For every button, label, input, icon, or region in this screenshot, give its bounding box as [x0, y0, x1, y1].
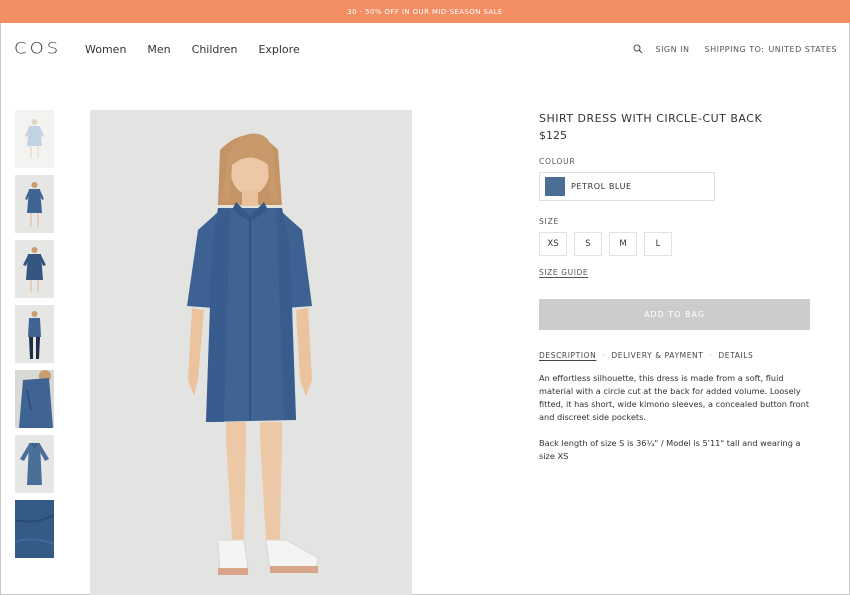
nav-women[interactable]: Women: [85, 43, 126, 56]
product-info-panel: SHIRT DRESS WITH CIRCLE-CUT BACK $125 CO…: [539, 110, 814, 461]
thumbnail-6[interactable]: [15, 435, 54, 493]
tab-delivery-payment[interactable]: DELIVERY & PAYMENT: [611, 351, 703, 360]
site-header: COS Women Men Children Explore SIGN IN S…: [0, 23, 850, 77]
promo-text[interactable]: 30 - 50% OFF IN OUR MID-SEASON SALE: [347, 8, 502, 16]
product-measurements: Back length of size S is 36¼" / Model is…: [539, 438, 801, 461]
tab-separator: ·: [602, 351, 606, 360]
thumbnail-2[interactable]: [15, 175, 54, 233]
tab-separator: ·: [709, 351, 713, 360]
search-icon[interactable]: [633, 44, 643, 54]
brand-logo[interactable]: COS: [14, 39, 61, 58]
product-tabs: DESCRIPTION · DELIVERY & PAYMENT · DETAI…: [539, 351, 753, 360]
header-utilities: SIGN IN SHIPPING TO: UNITED STATES: [633, 44, 837, 54]
thumbnail-list: [15, 110, 54, 565]
nav-men[interactable]: Men: [147, 43, 170, 56]
product-main-image[interactable]: [90, 110, 412, 595]
size-option-xs[interactable]: XS: [539, 232, 567, 256]
size-guide-link[interactable]: SIZE GUIDE: [539, 268, 588, 277]
colour-name: PETROL BLUE: [571, 182, 632, 191]
main-nav: Women Men Children Explore: [85, 43, 321, 56]
thumbnail-1[interactable]: [15, 110, 54, 168]
thumbnail-5[interactable]: [15, 370, 54, 428]
thumbnail-3[interactable]: [15, 240, 54, 298]
tab-description[interactable]: DESCRIPTION: [539, 351, 596, 360]
add-to-bag-button[interactable]: ADD TO BAG: [539, 299, 810, 330]
tab-details[interactable]: DETAILS: [718, 351, 753, 360]
size-option-s[interactable]: S: [574, 232, 602, 256]
shipping-label: SHIPPING TO:: [704, 44, 765, 54]
product-description: An effortless silhouette, this dress is …: [539, 373, 810, 422]
shipping-country-selector[interactable]: UNITED STATES: [768, 45, 837, 54]
nav-explore[interactable]: Explore: [258, 43, 299, 56]
product-price: $125: [539, 129, 567, 142]
colour-swatch: [545, 177, 565, 196]
sign-in-link[interactable]: SIGN IN: [655, 45, 689, 54]
size-option-m[interactable]: M: [609, 232, 637, 256]
promo-banner[interactable]: 30 - 50% OFF IN OUR MID-SEASON SALE: [0, 0, 850, 23]
thumbnail-4[interactable]: [15, 305, 54, 363]
size-label: SIZE: [539, 217, 560, 226]
nav-children[interactable]: Children: [192, 43, 238, 56]
thumbnail-7[interactable]: [15, 500, 54, 558]
size-option-l[interactable]: L: [644, 232, 672, 256]
product-title: SHIRT DRESS WITH CIRCLE-CUT BACK: [539, 112, 763, 125]
size-options: XS S M L: [539, 232, 679, 256]
colour-label: COLOUR: [539, 157, 576, 166]
colour-selector[interactable]: PETROL BLUE: [539, 172, 715, 201]
